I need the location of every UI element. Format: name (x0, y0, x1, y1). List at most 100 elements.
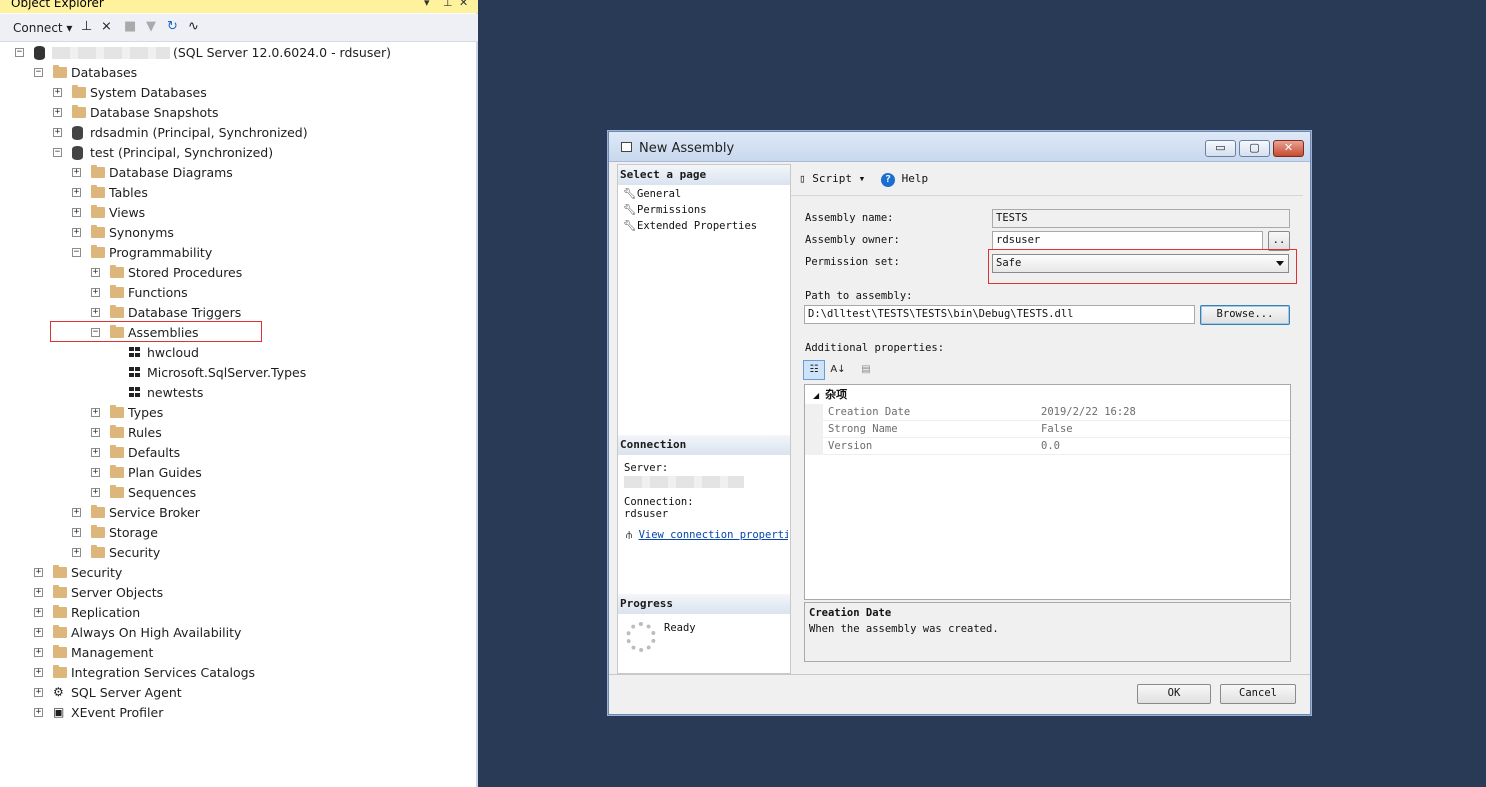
filter-icon[interactable]: ▼ (146, 19, 156, 34)
tree-node[interactable]: + Tables (0, 183, 476, 203)
expand-icon[interactable]: + (91, 288, 100, 297)
pin-dropdown-icon[interactable]: ▾ (424, 0, 430, 9)
expand-icon[interactable]: + (91, 468, 100, 477)
agent-icon: ⚙ (53, 685, 64, 699)
tree-node[interactable]: + Security (0, 543, 476, 563)
cancel-button[interactable]: Cancel (1220, 684, 1296, 704)
expand-icon[interactable]: + (91, 488, 100, 497)
tree-node[interactable]: + Sequences (0, 483, 476, 503)
collapse-icon[interactable]: − (53, 148, 62, 157)
connect-plug-icon[interactable]: ⊥ (81, 19, 92, 34)
expand-icon[interactable]: + (91, 408, 100, 417)
expand-icon[interactable]: + (72, 528, 81, 537)
collapse-icon[interactable]: − (15, 48, 24, 57)
expand-icon[interactable]: + (72, 228, 81, 237)
expand-icon[interactable]: + (72, 548, 81, 557)
tree-node[interactable]: + Views (0, 203, 476, 223)
expand-icon[interactable]: + (91, 308, 100, 317)
tree-node[interactable]: + ▣ XEvent Profiler (0, 703, 476, 723)
collapse-icon[interactable]: − (34, 68, 43, 77)
expand-icon[interactable]: + (34, 588, 43, 597)
tree-node[interactable]: + Server Objects (0, 583, 476, 603)
expand-icon[interactable]: + (34, 568, 43, 577)
tree-node[interactable]: + Storage (0, 523, 476, 543)
alphabetical-sort-icon[interactable]: A↓ (827, 360, 849, 380)
expand-icon[interactable]: + (53, 108, 62, 117)
script-button[interactable]: ▯ Script ▾ (799, 172, 865, 185)
tree-node[interactable]: − (SQL Server 12.0.6024.0 - rdsuser) (0, 43, 476, 63)
tree-node[interactable]: + Synonyms (0, 223, 476, 243)
property-row[interactable]: Creation Date 2019/2/22 16:28 (805, 404, 1290, 421)
view-connection-properties-link[interactable]: View connection properties (639, 529, 788, 541)
minimize-button[interactable]: ▭ (1205, 140, 1236, 157)
tree-node[interactable]: + Service Broker (0, 503, 476, 523)
collapse-icon[interactable]: − (72, 248, 81, 257)
close-panel-icon[interactable]: ✕ (459, 0, 468, 9)
auto-hide-pin-icon[interactable]: ⊥ (443, 0, 453, 9)
maximize-button[interactable]: ▢ (1239, 140, 1270, 157)
expand-icon[interactable]: + (91, 268, 100, 277)
property-row[interactable]: Version 0.0 (805, 438, 1290, 455)
expand-icon[interactable]: + (34, 608, 43, 617)
property-category[interactable]: ◢ 杂项 (805, 385, 1290, 403)
disconnect-icon[interactable]: ⨯ (101, 19, 112, 34)
expand-icon[interactable]: + (72, 208, 81, 217)
property-row[interactable]: Strong Name False (805, 421, 1290, 438)
tree-node[interactable]: + rdsadmin (Principal, Synchronized) (0, 123, 476, 143)
assembly-owner-field[interactable]: rdsuser (992, 231, 1263, 250)
tree-node[interactable]: − Databases (0, 63, 476, 83)
tree-node[interactable]: − test (Principal, Synchronized) (0, 143, 476, 163)
expand-icon[interactable]: + (72, 508, 81, 517)
tree-node[interactable]: + Plan Guides (0, 463, 476, 483)
tree-node[interactable]: + System Databases (0, 83, 476, 103)
tree-node-label: (SQL Server 12.0.6024.0 - rdsuser) (173, 45, 392, 60)
expand-icon[interactable]: + (53, 88, 62, 97)
tree-node[interactable]: + Rules (0, 423, 476, 443)
refresh-icon[interactable]: ↻ (167, 19, 178, 34)
tree-node[interactable]: + Stored Procedures (0, 263, 476, 283)
tree-node[interactable]: + Integration Services Catalogs (0, 663, 476, 683)
tree-node[interactable]: + Security (0, 563, 476, 583)
expand-icon[interactable]: + (34, 708, 43, 717)
expand-icon[interactable]: + (72, 188, 81, 197)
close-dialog-button[interactable]: ✕ (1273, 140, 1304, 157)
page-general[interactable]: 🔧︎General (623, 187, 681, 200)
tree-node[interactable]: newtests (0, 383, 476, 403)
expand-icon[interactable]: + (53, 128, 62, 137)
tree-node[interactable]: Microsoft.SqlServer.Types (0, 363, 476, 383)
assembly-name-field[interactable]: TESTS (992, 209, 1290, 228)
expand-icon[interactable]: + (91, 428, 100, 437)
expand-icon[interactable]: + (34, 688, 43, 697)
ok-button[interactable]: OK (1137, 684, 1211, 704)
property-pages-icon[interactable]: ▤ (855, 360, 877, 380)
owner-browse-button[interactable]: .. (1268, 231, 1290, 251)
expand-icon[interactable]: + (72, 168, 81, 177)
page-permissions[interactable]: 🔧︎Permissions (623, 203, 707, 216)
tree-node[interactable]: + Always On High Availability (0, 623, 476, 643)
view-connection-properties[interactable]: ⫛ View connection properties (626, 529, 788, 542)
tree-node[interactable]: − Programmability (0, 243, 476, 263)
help-button[interactable]: ? Help (881, 172, 928, 187)
connect-button[interactable]: Connect ▾ (13, 21, 72, 35)
browse-button[interactable]: Browse... (1200, 305, 1290, 325)
tree-node[interactable]: + ⚙ SQL Server Agent (0, 683, 476, 703)
expand-icon[interactable]: + (91, 448, 100, 457)
expand-icon[interactable]: + (34, 648, 43, 657)
categorized-icon[interactable]: ☷ (803, 360, 825, 380)
page-extended-properties[interactable]: 🔧︎Extended Properties (623, 219, 757, 232)
expand-icon[interactable]: + (34, 628, 43, 637)
tree-node[interactable]: + Types (0, 403, 476, 423)
script-icon: ▯ (799, 172, 806, 185)
tree-node[interactable]: + Management (0, 643, 476, 663)
activity-monitor-icon[interactable]: ∿ (188, 19, 199, 34)
tree-node[interactable]: + Replication (0, 603, 476, 623)
stop-icon[interactable]: ■ (124, 19, 136, 34)
tree-node[interactable]: + Defaults (0, 443, 476, 463)
tree-node[interactable]: + Functions (0, 283, 476, 303)
tree-node[interactable]: + Database Snapshots (0, 103, 476, 123)
tree-node[interactable]: hwcloud (0, 343, 476, 363)
expand-icon[interactable]: + (34, 668, 43, 677)
tree-node[interactable]: + Database Diagrams (0, 163, 476, 183)
path-to-assembly-field[interactable]: D:\dlltest\TESTS\TESTS\bin\Debug\TESTS.d… (804, 305, 1195, 324)
tree-node[interactable]: + Database Triggers (0, 303, 476, 323)
